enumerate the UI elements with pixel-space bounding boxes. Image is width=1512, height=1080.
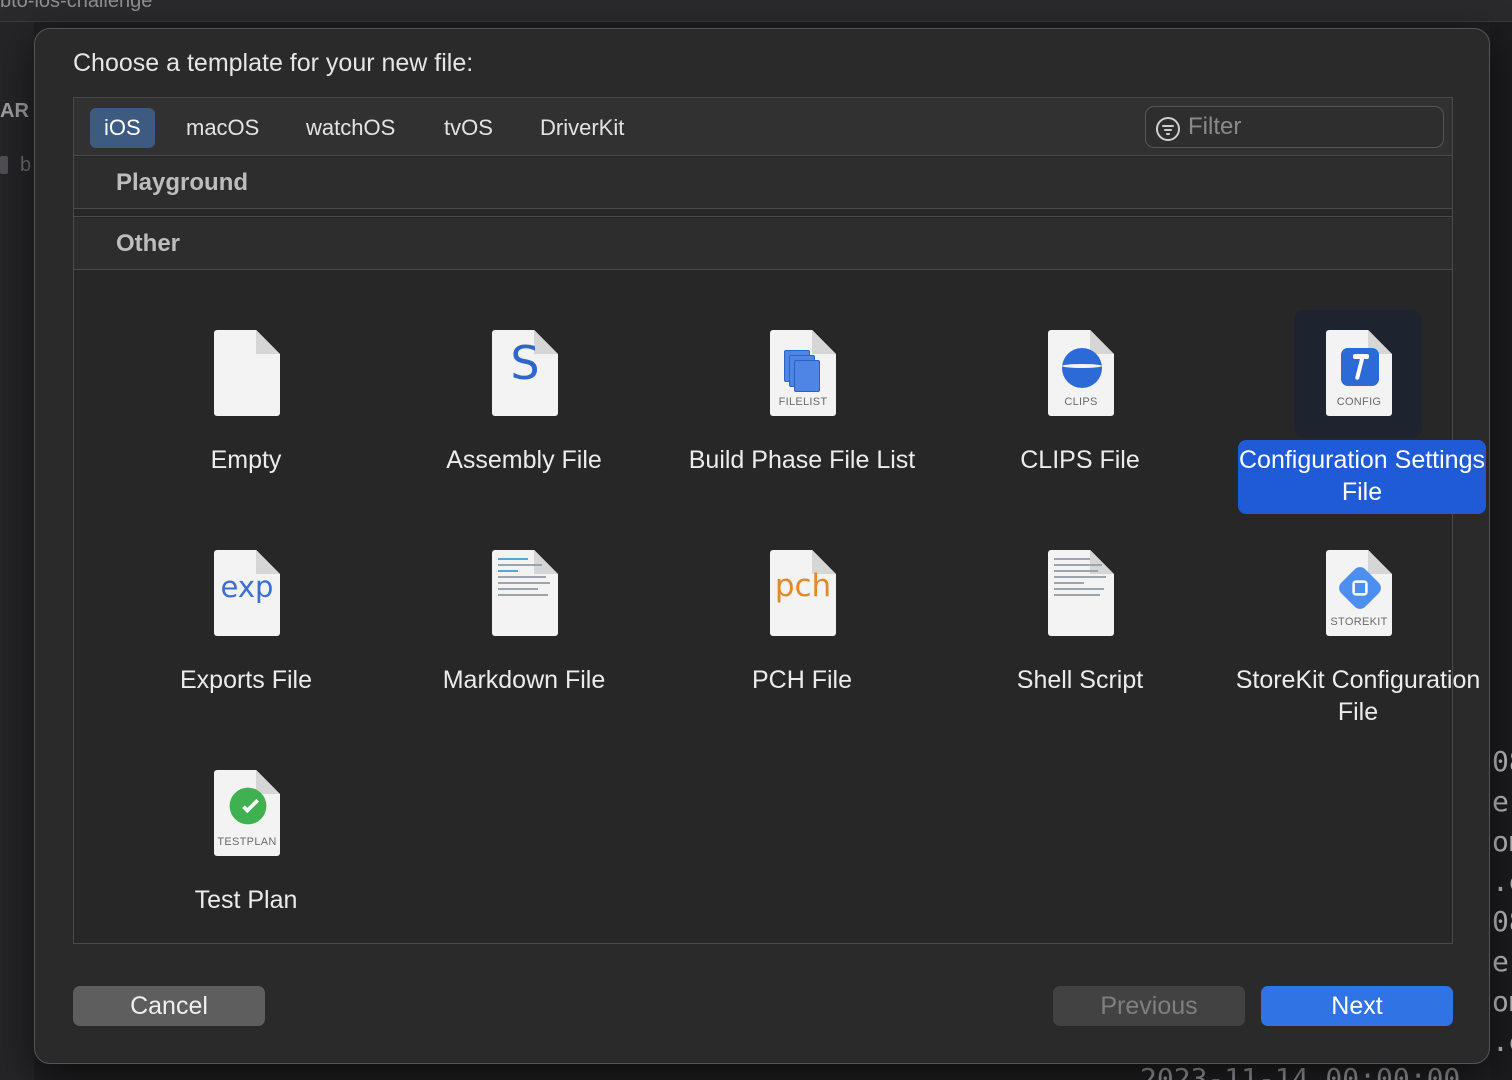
- template-name: PCH File: [751, 666, 852, 694]
- background-project-title: bto-ios-challenge: [0, 0, 153, 12]
- cancel-button[interactable]: Cancel: [73, 986, 265, 1026]
- template-empty[interactable]: Empty: [116, 306, 376, 516]
- template-configuration-settings-file[interactable]: CONFIG Configuration Settings File: [1228, 306, 1488, 516]
- template-assembly-file[interactable]: S Assembly File: [394, 306, 654, 516]
- filter-field[interactable]: [1145, 106, 1444, 148]
- filelist-icon: FILELIST: [738, 310, 866, 438]
- template-name: Assembly File: [446, 446, 602, 474]
- markdown-icon: [460, 530, 588, 658]
- template-clips-file[interactable]: CLIPS CLIPS File: [950, 306, 1210, 516]
- section-header-playground[interactable]: Playground: [74, 157, 1452, 209]
- template-shell-script[interactable]: Shell Script: [950, 526, 1210, 736]
- template-storekit-configuration-file[interactable]: STOREKIT StoreKit Configuration File: [1228, 526, 1488, 736]
- background-console: 08 er om .e 08 er om .e: [1490, 22, 1512, 1080]
- console-line: er: [1492, 945, 1512, 978]
- next-button[interactable]: Next: [1261, 986, 1453, 1026]
- filter-input[interactable]: [1188, 111, 1433, 143]
- tab-tvos[interactable]: tvOS: [430, 108, 507, 148]
- background-sidebar-section: AR: [0, 100, 29, 122]
- template-name: Configuration Settings File: [1238, 440, 1486, 514]
- template-name: Exports File: [180, 666, 312, 694]
- platform-tab-bar: iOS macOS watchOS tvOS DriverKit: [74, 98, 1452, 156]
- background-sidebar-item: b: [20, 154, 32, 176]
- section-title: Other: [116, 230, 181, 257]
- template-exports-file[interactable]: exp Exports File: [116, 526, 376, 736]
- testplan-icon: TESTPLAN: [182, 750, 310, 878]
- template-name: Shell Script: [1016, 666, 1144, 694]
- console-line: 08: [1492, 905, 1512, 938]
- template-grid: Empty S Assembly File FILELIST Build Pha…: [74, 271, 1486, 943]
- filter-icon: [1156, 117, 1180, 141]
- template-name: Markdown File: [442, 666, 606, 694]
- pch-icon: pch: [738, 530, 866, 658]
- console-line: om: [1492, 825, 1512, 858]
- assembly-s-icon: S: [460, 310, 588, 438]
- template-name: Empty: [210, 446, 282, 474]
- clips-icon: CLIPS: [1016, 310, 1144, 438]
- console-line: er: [1492, 785, 1512, 818]
- console-line: 08: [1492, 745, 1512, 778]
- section-divider: [74, 209, 1452, 217]
- template-chooser: iOS macOS watchOS tvOS DriverKit Playgro…: [73, 97, 1486, 944]
- tab-watchos[interactable]: watchOS: [292, 108, 409, 148]
- tab-macos[interactable]: macOS: [172, 108, 273, 148]
- empty-doc-icon: [182, 310, 310, 438]
- console-line: .e: [1492, 1025, 1512, 1058]
- template-name: Test Plan: [194, 886, 298, 914]
- template-name: Build Phase File List: [688, 446, 916, 474]
- sheet-title: Choose a template for your new file:: [73, 49, 474, 77]
- background-toolbar: bto-ios-challenge: [0, 0, 1512, 22]
- exports-icon: exp: [182, 530, 310, 658]
- previous-button[interactable]: Previous: [1053, 986, 1245, 1026]
- template-markdown-file[interactable]: Markdown File: [394, 526, 654, 736]
- template-pch-file[interactable]: pch PCH File: [672, 526, 932, 736]
- tab-ios[interactable]: iOS: [90, 108, 155, 148]
- new-file-template-sheet: Choose a template for your new file: iOS…: [34, 28, 1490, 1064]
- section-title: Playground: [116, 169, 249, 196]
- console-line: om: [1492, 985, 1512, 1018]
- console-line: .e: [1492, 865, 1512, 898]
- background-log-timestamp: 2023-11-14 00:00:00: [1140, 1062, 1461, 1080]
- template-build-phase-file-list[interactable]: FILELIST Build Phase File List: [672, 306, 932, 516]
- config-icon: CONFIG: [1294, 310, 1422, 438]
- template-name: CLIPS File: [1020, 446, 1140, 474]
- background-sidebar: AR b: [0, 22, 34, 1080]
- section-header-other[interactable]: Other: [74, 218, 1452, 270]
- shell-script-icon: [1016, 530, 1144, 658]
- template-test-plan[interactable]: TESTPLAN Test Plan: [116, 746, 376, 956]
- storekit-icon: STOREKIT: [1294, 530, 1422, 658]
- background-file-icon: [0, 156, 8, 174]
- tab-driverkit[interactable]: DriverKit: [526, 108, 638, 148]
- template-name: StoreKit Configuration File: [1235, 666, 1481, 726]
